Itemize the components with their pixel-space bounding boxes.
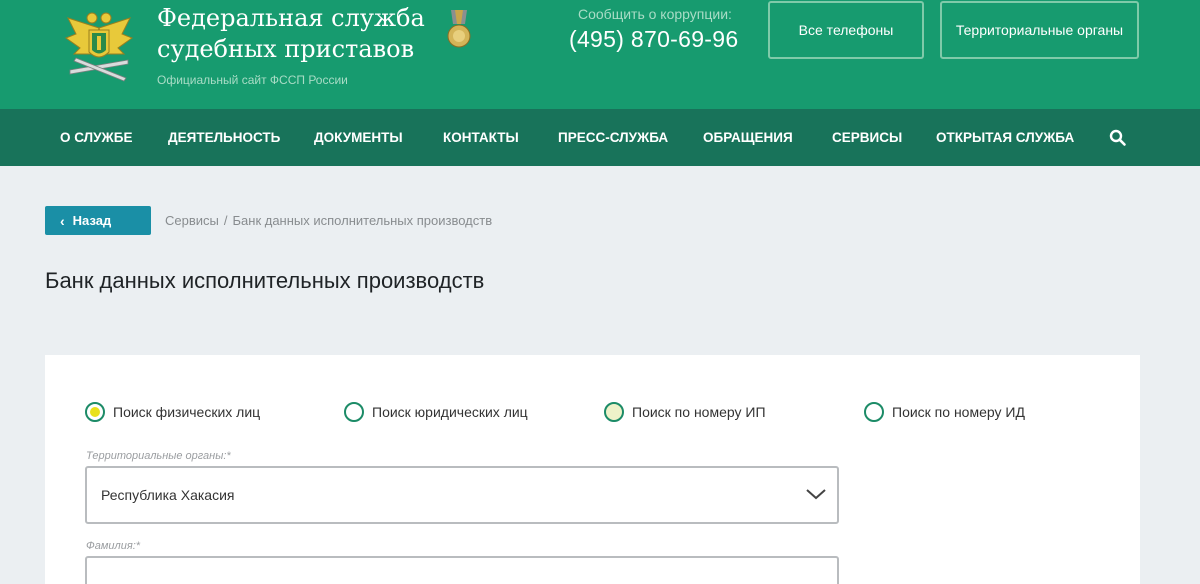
search-icon[interactable] <box>1109 129 1127 147</box>
chevron-left-icon: ‹ <box>60 212 65 229</box>
radio-button[interactable] <box>85 402 105 422</box>
nav-item-contacts[interactable]: КОНТАКТЫ <box>443 109 519 166</box>
region-field-label: Территориальные органы:* <box>86 450 231 462</box>
region-select-value: Республика Хакасия <box>101 487 235 503</box>
lastname-field-label: Фамилия:* <box>86 540 141 552</box>
radio-button[interactable] <box>864 402 884 422</box>
radio-label: Поиск физических лиц <box>113 404 261 420</box>
nav-item-open-service[interactable]: ОТКРЫТАЯ СЛУЖБА <box>936 109 1074 166</box>
radio-search-ip-number[interactable]: Поиск по номеру ИП <box>604 400 766 424</box>
breadcrumb-item-current: Банк данных исполнительных производств <box>232 213 493 228</box>
radio-button[interactable] <box>344 402 364 422</box>
fssp-emblem-icon[interactable] <box>62 8 136 84</box>
breadcrumb: Сервисы / Банк данных исполнительных произ… <box>165 213 492 228</box>
territorial-bodies-button[interactable]: Территориальные органы <box>940 1 1139 59</box>
nav-item-about[interactable]: О СЛУЖБЕ <box>60 109 132 166</box>
back-button-label: Назад <box>72 213 112 228</box>
back-button[interactable]: ‹ Назад <box>45 206 151 235</box>
region-select[interactable]: Республика Хакасия <box>85 466 839 524</box>
chevron-down-icon <box>806 489 826 500</box>
radio-label: Поиск по номеру ИД <box>892 404 1025 420</box>
radio-selected-dot <box>90 407 100 417</box>
site-header: Федеральная служба судебных приставов Оф… <box>0 0 1200 109</box>
radio-label: Поиск юридических лиц <box>372 404 528 420</box>
radio-button[interactable] <box>604 402 624 422</box>
breadcrumb-item-services[interactable]: Сервисы <box>165 213 219 228</box>
site-subtitle: Официальный сайт ФССП России <box>157 73 348 87</box>
nav-item-press[interactable]: ПРЕСС-СЛУЖБА <box>558 109 668 166</box>
nav-item-documents[interactable]: ДОКУМЕНТЫ <box>314 109 403 166</box>
radio-search-legal-entities[interactable]: Поиск юридических лиц <box>344 400 528 424</box>
nav-item-services[interactable]: СЕРВИСЫ <box>832 109 902 166</box>
radio-search-individuals[interactable]: Поиск физических лиц <box>85 400 260 424</box>
breadcrumb-separator: / <box>223 213 228 228</box>
all-phones-button[interactable]: Все телефоны <box>768 1 924 59</box>
site-title[interactable]: Федеральная служба судебных приставов <box>157 3 447 65</box>
corruption-label: Сообщить о коррупции: <box>578 6 732 22</box>
lastname-input[interactable] <box>85 556 839 584</box>
nav-item-activity[interactable]: ДЕЯТЕЛЬНОСТЬ <box>168 109 280 166</box>
radio-label: Поиск по номеру ИП <box>632 404 766 420</box>
nav-item-appeals[interactable]: ОБРАЩЕНИЯ <box>703 109 793 166</box>
corruption-phone[interactable]: (495) 870-69-96 <box>569 26 738 53</box>
page-title: Банк данных исполнительных производств <box>45 268 485 293</box>
main-nav: О СЛУЖБЕ ДЕЯТЕЛЬНОСТЬ ДОКУМЕНТЫ КОНТАКТЫ… <box>0 109 1200 166</box>
radio-search-id-number[interactable]: Поиск по номеру ИД <box>864 400 1025 424</box>
medal-icon <box>447 10 471 48</box>
